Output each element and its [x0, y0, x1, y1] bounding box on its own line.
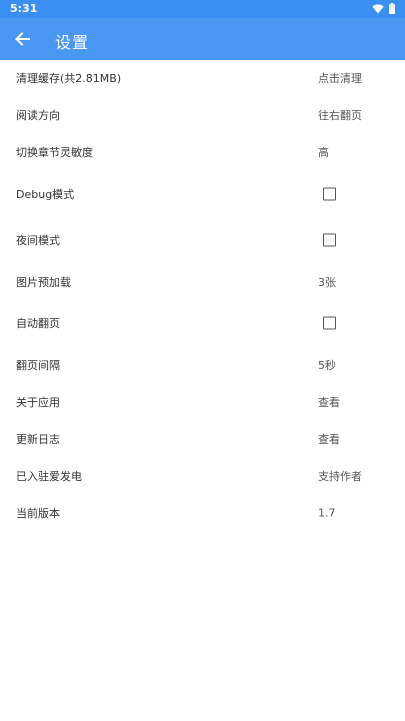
setting-label: 当前版本 [16, 507, 60, 520]
support-author-button[interactable]: 支持作者 [318, 468, 362, 484]
app-bar: 设置 [0, 18, 405, 60]
status-time: 5:31 [10, 2, 38, 15]
back-button[interactable] [8, 25, 36, 53]
setting-label: Debug模式 [16, 188, 75, 201]
setting-label: 清理缓存(共2.81MB) [16, 72, 122, 85]
setting-value[interactable]: 高 [318, 144, 329, 160]
clear-cache-button[interactable]: 点击清理 [318, 70, 362, 86]
page-title: 设置 [55, 33, 90, 52]
setting-label: 切换章节灵敏度 [16, 146, 93, 159]
arrow-left-icon [15, 32, 30, 46]
setting-label: 关于应用 [16, 396, 60, 409]
setting-value[interactable]: 5秒 [318, 357, 336, 373]
setting-label: 夜间模式 [16, 234, 60, 247]
setting-label: 阅读方向 [16, 109, 60, 122]
setting-label: 图片预加载 [16, 276, 71, 289]
about-view-button[interactable]: 查看 [318, 394, 340, 410]
version-value: 1.7 [318, 506, 336, 520]
setting-label: 更新日志 [16, 433, 60, 446]
setting-label: 翻页间隔 [16, 359, 60, 372]
wifi-icon [372, 3, 384, 13]
battery-icon [389, 3, 395, 14]
changelog-view-button[interactable]: 查看 [318, 431, 340, 447]
status-bar: 5:31 [0, 0, 405, 18]
night-mode-checkbox[interactable] [323, 233, 336, 247]
debug-mode-checkbox[interactable] [323, 187, 336, 201]
status-icons [372, 3, 395, 14]
setting-value[interactable]: 3张 [318, 274, 336, 290]
auto-page-checkbox[interactable] [323, 316, 336, 330]
setting-label: 自动翻页 [16, 317, 60, 330]
setting-value[interactable]: 往右翻页 [318, 107, 362, 123]
setting-label: 已入驻爱发电 [16, 470, 82, 483]
